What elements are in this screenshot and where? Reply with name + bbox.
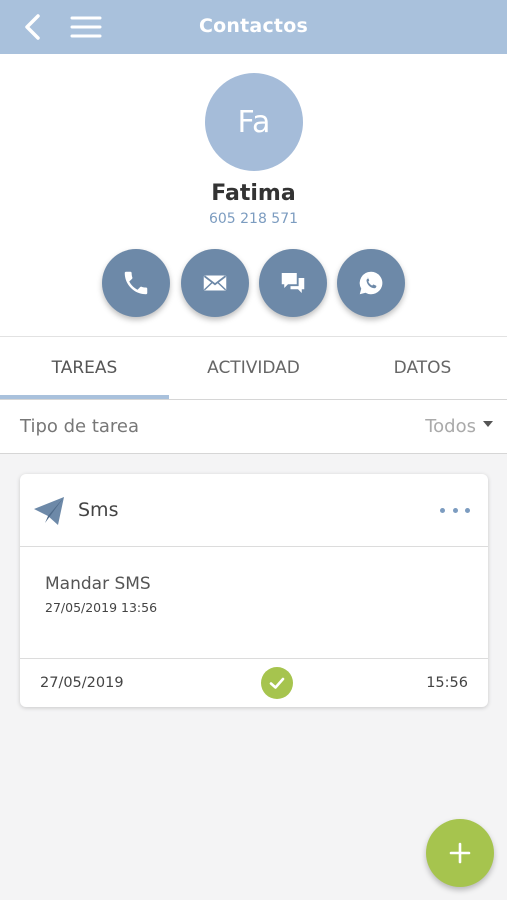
avatar: Fa — [205, 73, 303, 171]
call-button[interactable] — [102, 249, 170, 317]
task-content[interactable]: Mandar SMS 27/05/2019 13:56 — [20, 547, 488, 659]
task-type-select[interactable]: Todos — [425, 416, 493, 437]
plus-icon — [449, 842, 471, 864]
task-type-filter: Tipo de tarea Todos — [0, 400, 507, 454]
completed-check-icon[interactable] — [261, 667, 293, 699]
task-card: Sms Mandar SMS 27/05/2019 13:56 27/05/20… — [20, 474, 488, 707]
phone-icon — [124, 271, 148, 295]
add-task-button[interactable] — [426, 819, 494, 887]
paper-plane-icon — [33, 496, 65, 526]
tab-datos[interactable]: DATOS — [338, 337, 507, 399]
task-footer-time: 15:56 — [426, 675, 468, 691]
tab-tareas[interactable]: TAREAS — [0, 337, 169, 399]
contact-name: Fatima — [211, 181, 296, 206]
contact-profile: Fa Fatima 605 218 571 — [0, 54, 507, 336]
more-options-icon[interactable] — [440, 500, 470, 520]
tab-actividad[interactable]: ACTIVIDAD — [169, 337, 338, 399]
app-bar: Contactos — [0, 0, 507, 54]
email-button[interactable] — [181, 249, 249, 317]
active-tab-indicator — [0, 395, 169, 399]
envelope-icon — [203, 275, 227, 291]
task-type: Sms — [78, 499, 119, 521]
filter-label: Tipo de tarea — [20, 416, 140, 437]
whatsapp-icon — [359, 271, 383, 295]
caret-down-icon — [483, 420, 493, 427]
task-footer-date: 27/05/2019 — [40, 675, 124, 691]
task-subject: Mandar SMS — [45, 574, 151, 594]
tab-bar: TAREAS ACTIVIDAD DATOS — [0, 336, 507, 400]
whatsapp-button[interactable] — [337, 249, 405, 317]
task-card-footer: 27/05/2019 15:56 — [20, 659, 488, 707]
chat-button[interactable] — [259, 249, 327, 317]
chat-bubbles-icon — [281, 273, 305, 293]
contact-phone[interactable]: 605 218 571 — [0, 211, 507, 227]
filter-selected-value: Todos — [425, 416, 476, 437]
task-card-header: Sms — [20, 474, 488, 547]
task-datetime: 27/05/2019 13:56 — [45, 600, 158, 615]
page-title: Contactos — [199, 15, 308, 37]
